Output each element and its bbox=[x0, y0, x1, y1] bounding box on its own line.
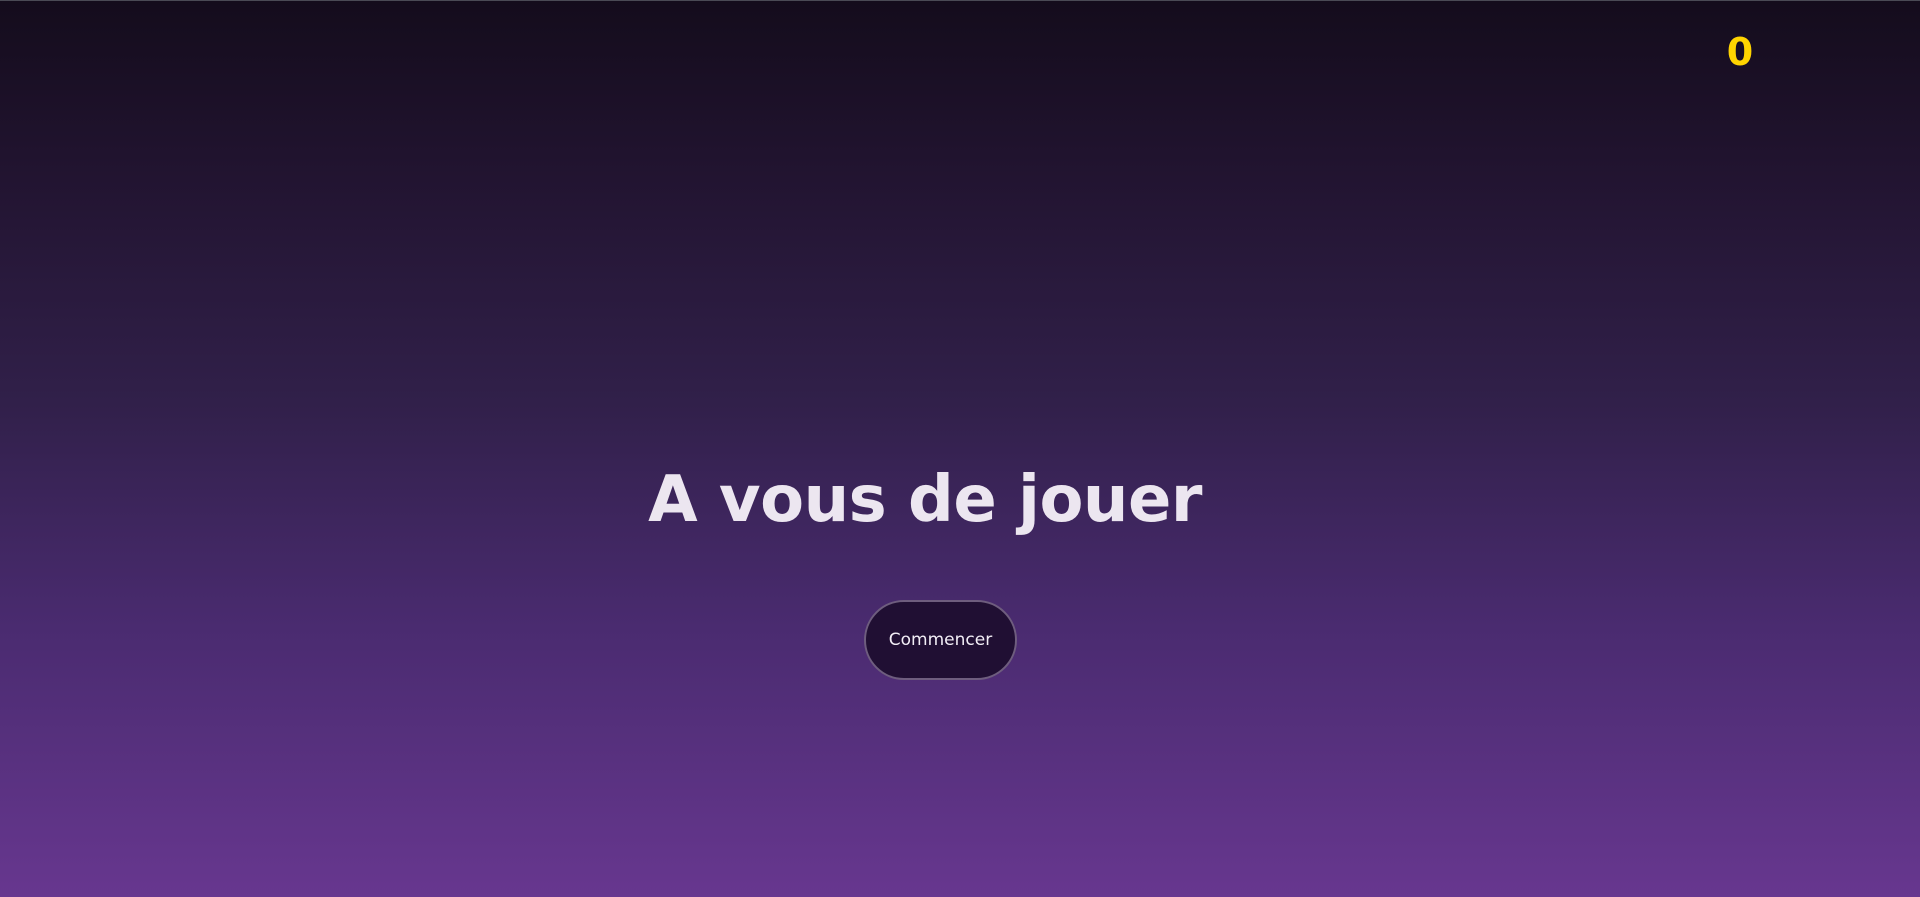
score-counter: 0 bbox=[1726, 30, 1754, 74]
start-button[interactable]: Commencer bbox=[864, 600, 1017, 680]
top-border bbox=[0, 0, 1920, 1]
page-title: A vous de jouer bbox=[648, 463, 1202, 537]
